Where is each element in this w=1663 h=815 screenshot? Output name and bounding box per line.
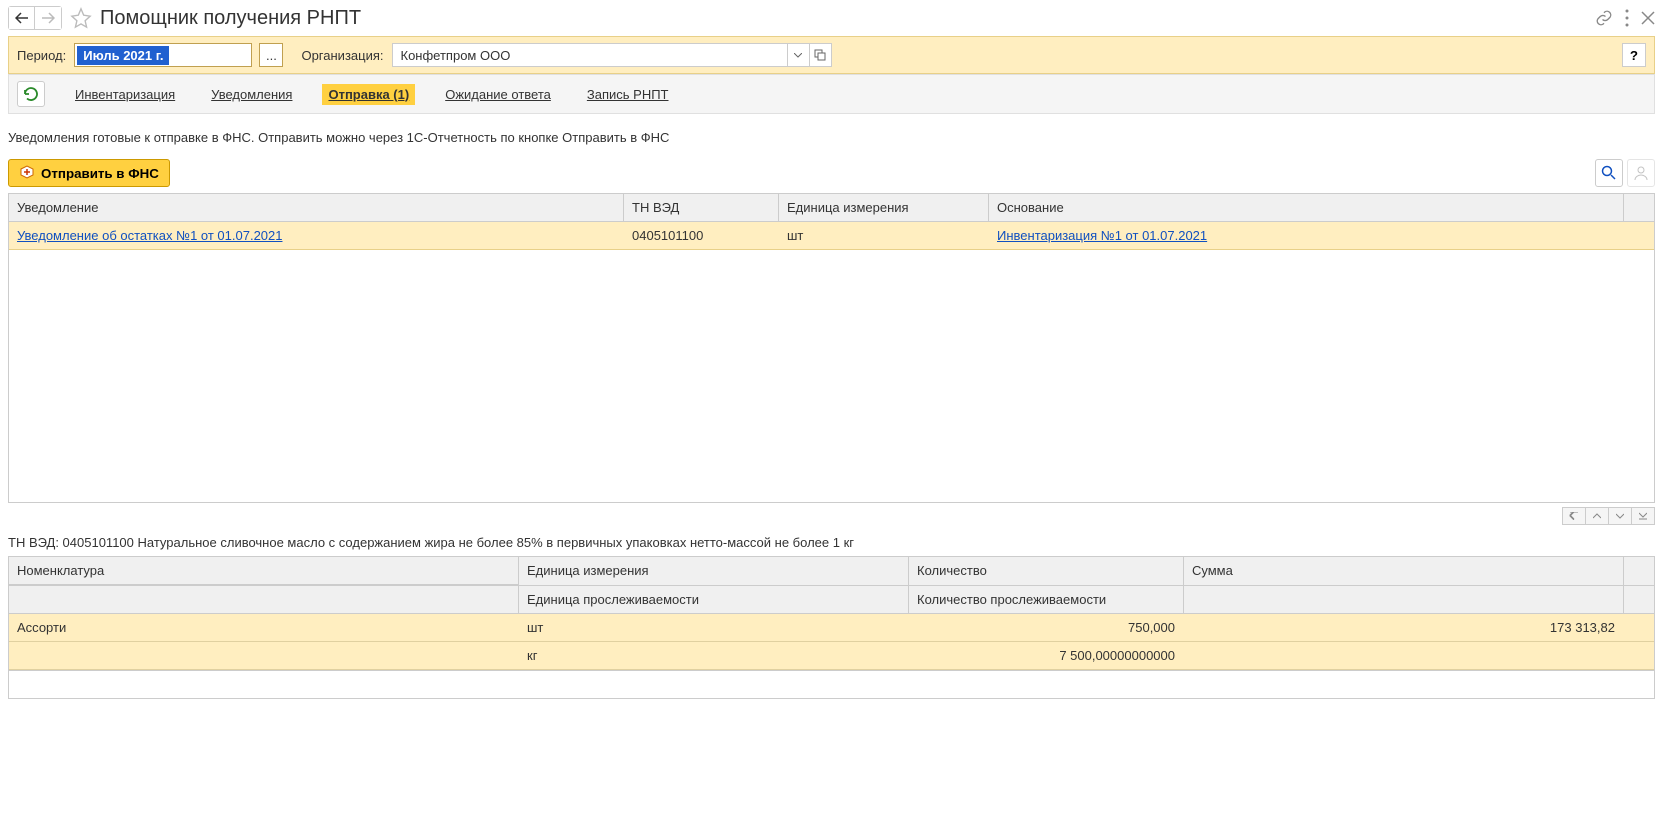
detail-text: ТН ВЭД: 0405101100 Натуральное сливочное… bbox=[0, 529, 1663, 556]
open-icon[interactable] bbox=[809, 44, 831, 66]
table-row[interactable]: кг 7 500,00000000000 bbox=[9, 642, 1654, 670]
filter-bar: Период: Июль 2021 г. ... Организация: Ко… bbox=[8, 36, 1655, 74]
refresh-icon bbox=[23, 86, 39, 102]
cell-qty1: 750,000 bbox=[909, 614, 1184, 641]
table-row[interactable]: Уведомление об остатках №1 от 01.07.2021… bbox=[9, 222, 1654, 250]
grid-nav bbox=[0, 503, 1663, 529]
detail-grid: Номенклатура Единица измерения Количеств… bbox=[8, 556, 1655, 699]
grid2-header: Номенклатура Единица измерения Количеств… bbox=[9, 557, 1654, 614]
send-to-fns-button[interactable]: Отправить в ФНС bbox=[8, 159, 170, 187]
toolbar: Инвентаризация Уведомления Отправка (1) … bbox=[8, 74, 1655, 114]
send-button-label: Отправить в ФНС bbox=[41, 166, 159, 181]
organization-select[interactable]: Конфетпром ООО bbox=[392, 43, 832, 67]
nav-last[interactable] bbox=[1631, 507, 1655, 525]
organization-value: Конфетпром ООО bbox=[393, 48, 787, 63]
send-icon bbox=[19, 165, 35, 181]
cell-nomen: Ассорти bbox=[9, 614, 519, 641]
period-label: Период: bbox=[17, 48, 66, 63]
tab-notices[interactable]: Уведомления bbox=[205, 84, 298, 105]
header-unit1[interactable]: Единица измерения bbox=[519, 557, 909, 585]
header-notice[interactable]: Уведомление bbox=[9, 194, 624, 221]
nav-down[interactable] bbox=[1608, 507, 1632, 525]
arrow-left-icon bbox=[15, 12, 29, 24]
search-icon bbox=[1601, 165, 1617, 181]
more-icon[interactable] bbox=[1625, 9, 1629, 27]
back-button[interactable] bbox=[9, 7, 35, 29]
help-button[interactable]: ? bbox=[1622, 43, 1646, 67]
cell-sum: 173 313,82 bbox=[1184, 614, 1624, 641]
cell-qty2: 7 500,00000000000 bbox=[909, 642, 1184, 669]
header-unit[interactable]: Единица измерения bbox=[779, 194, 989, 221]
title-actions bbox=[1595, 9, 1655, 27]
search-button[interactable] bbox=[1595, 159, 1623, 187]
arrow-right-icon bbox=[41, 12, 55, 24]
titlebar: Помощник получения РНПТ bbox=[0, 0, 1663, 36]
header-basis[interactable]: Основание bbox=[989, 194, 1624, 221]
period-picker-button[interactable]: ... bbox=[259, 43, 283, 67]
header-unit2[interactable]: Единица прослеживаемости bbox=[519, 586, 909, 613]
notices-grid: Уведомление ТН ВЭД Единица измерения Осн… bbox=[8, 193, 1655, 503]
forward-button[interactable] bbox=[35, 7, 61, 29]
header-qty1[interactable]: Количество bbox=[909, 557, 1184, 585]
nav-buttons bbox=[8, 6, 62, 30]
favorite-star-icon[interactable] bbox=[70, 7, 92, 29]
cell-tnved: 0405101100 bbox=[624, 222, 779, 249]
dropdown-icon[interactable] bbox=[787, 44, 809, 66]
cell-unit1: шт bbox=[519, 614, 909, 641]
org-label: Организация: bbox=[301, 48, 383, 63]
grid-header: Уведомление ТН ВЭД Единица измерения Осн… bbox=[9, 194, 1654, 222]
cell-unit: шт bbox=[779, 222, 989, 249]
close-icon[interactable] bbox=[1641, 11, 1655, 25]
header-sum[interactable]: Сумма bbox=[1184, 557, 1624, 585]
nav-first[interactable] bbox=[1562, 507, 1586, 525]
notice-link[interactable]: Уведомление об остатках №1 от 01.07.2021 bbox=[17, 228, 282, 243]
period-input[interactable]: Июль 2021 г. bbox=[74, 43, 252, 67]
nav-up[interactable] bbox=[1585, 507, 1609, 525]
tab-waiting[interactable]: Ожидание ответа bbox=[439, 84, 557, 105]
refresh-button[interactable] bbox=[17, 81, 45, 107]
user-icon bbox=[1633, 165, 1649, 181]
tab-sending[interactable]: Отправка (1) bbox=[322, 84, 415, 105]
header-qty2[interactable]: Количество прослеживаемости bbox=[909, 586, 1184, 613]
table-row[interactable]: Ассорти шт 750,000 173 313,82 bbox=[9, 614, 1654, 642]
header-nomen[interactable]: Номенклатура bbox=[9, 557, 519, 585]
user-button[interactable] bbox=[1627, 159, 1655, 187]
tab-inventory[interactable]: Инвентаризация bbox=[69, 84, 181, 105]
cell-unit2: кг bbox=[519, 642, 909, 669]
link-icon[interactable] bbox=[1595, 9, 1613, 27]
action-row: Отправить в ФНС bbox=[0, 159, 1663, 193]
tab-record[interactable]: Запись РНПТ bbox=[581, 84, 675, 105]
period-value: Июль 2021 г. bbox=[77, 46, 169, 65]
basis-link[interactable]: Инвентаризация №1 от 01.07.2021 bbox=[997, 228, 1207, 243]
header-tnved[interactable]: ТН ВЭД bbox=[624, 194, 779, 221]
info-text: Уведомления готовые к отправке в ФНС. От… bbox=[0, 114, 1663, 159]
page-title: Помощник получения РНПТ bbox=[100, 7, 1595, 30]
